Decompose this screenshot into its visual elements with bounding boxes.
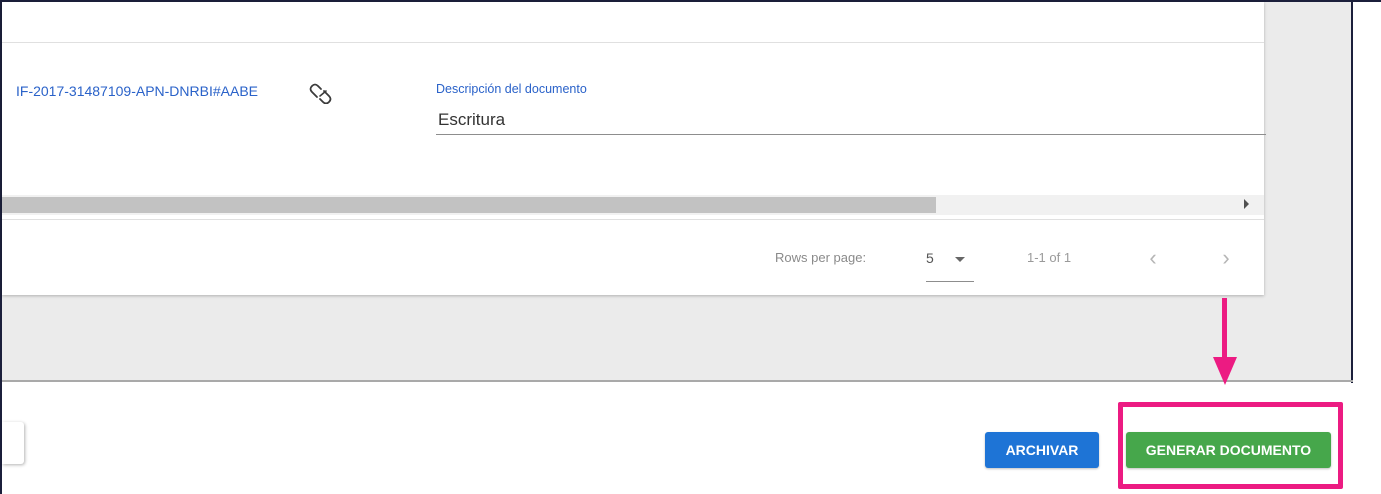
chevron-left-icon[interactable]: ‹ bbox=[1140, 245, 1166, 271]
horizontal-scrollbar[interactable] bbox=[2, 195, 1264, 215]
document-link[interactable]: IF-2017-31487109-APN-DNRBI#AABE bbox=[16, 83, 258, 99]
pagination-range: 1-1 of 1 bbox=[1027, 250, 1072, 265]
chevron-right-icon[interactable]: › bbox=[1213, 245, 1239, 271]
rows-per-page-label: Rows per page: bbox=[775, 250, 867, 265]
rows-per-page-select[interactable]: 5 bbox=[926, 246, 974, 282]
description-input[interactable] bbox=[436, 106, 1266, 135]
scrollbar-thumb[interactable] bbox=[2, 197, 936, 213]
annotation-arrow-head bbox=[1213, 357, 1237, 385]
scroll-right-arrow-icon[interactable] bbox=[1244, 199, 1249, 209]
partial-button[interactable] bbox=[2, 422, 24, 464]
annotation-highlight-box bbox=[1118, 402, 1343, 489]
annotation-arrow-shaft bbox=[1222, 298, 1227, 360]
pagination-divider bbox=[2, 219, 1264, 220]
archivar-button[interactable]: ARCHIVAR bbox=[985, 432, 1099, 468]
documents-table-card: IF-2017-31487109-APN-DNRBI#AABE Descripc… bbox=[2, 2, 1266, 295]
description-label: Descripción del documento bbox=[436, 82, 587, 96]
window-border-right bbox=[1351, 0, 1353, 383]
dropdown-caret-icon bbox=[955, 257, 965, 262]
panel-bottom-border bbox=[2, 380, 1353, 382]
table-header-divider bbox=[2, 42, 1264, 43]
rows-per-page-value: 5 bbox=[926, 250, 934, 266]
unlink-icon[interactable] bbox=[308, 82, 338, 104]
